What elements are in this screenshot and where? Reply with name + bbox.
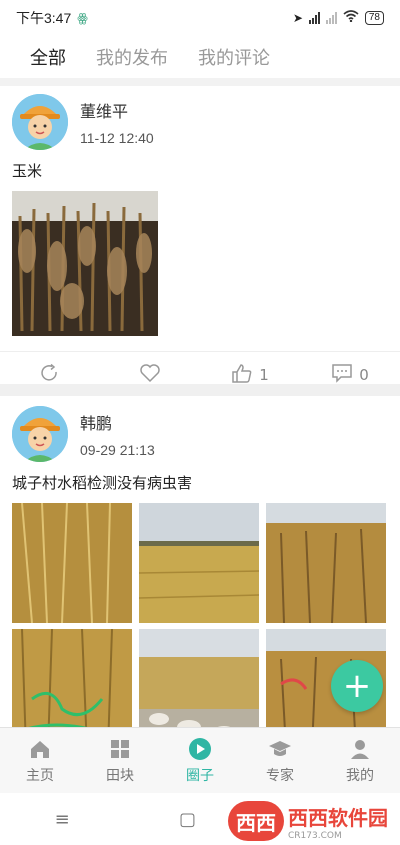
graduation-cap-icon [268, 737, 292, 761]
post-text: 城子村水稻检测没有病虫害 [12, 474, 193, 492]
like-count: 1 [259, 365, 269, 384]
tab-all[interactable]: 全部 [30, 44, 66, 70]
nav-experts[interactable]: 专家 [240, 728, 320, 793]
avatar[interactable] [12, 94, 68, 150]
post-text: 玉米 [12, 162, 43, 180]
nav-label: 专家 [266, 767, 294, 784]
post-photo[interactable] [139, 503, 259, 623]
home-square-icon[interactable]: ▢ [179, 809, 196, 830]
post-author[interactable]: 韩鹏 [80, 410, 155, 434]
post-card[interactable]: 董维平 11-12 12:40 玉米 1 0 [0, 86, 400, 384]
nav-label: 圈子 [186, 767, 214, 784]
circle-play-icon [188, 737, 212, 761]
app-notification-icon: ꙮ [77, 11, 88, 25]
post-author[interactable]: 董维平 [80, 98, 154, 122]
battery-icon: 78 [364, 11, 384, 25]
comment-button[interactable]: 0 [300, 363, 400, 387]
nav-profile[interactable]: 我的 [320, 728, 400, 793]
heart-icon [139, 363, 161, 387]
location-icon: ➤ [292, 11, 303, 25]
user-icon [348, 737, 372, 761]
signal-icon [308, 12, 320, 24]
nav-home[interactable]: 主页 [0, 728, 80, 793]
share-button[interactable] [0, 363, 100, 387]
avatar[interactable] [12, 406, 68, 462]
plus-icon: + [342, 666, 372, 706]
watermark-brand: 西西软件园 [288, 805, 388, 830]
signal-2-icon [325, 12, 337, 24]
tab-my-posts[interactable]: 我的发布 [96, 44, 168, 70]
post-time: 11-12 12:40 [80, 130, 154, 146]
post-feed: 董维平 11-12 12:40 玉米 1 0 韩鹏 09-29 21:13 城子… [0, 86, 400, 749]
tab-my-comments[interactable]: 我的评论 [198, 44, 270, 70]
bottom-nav: 主页 田块 圈子 专家 我的 [0, 727, 400, 793]
post-photo[interactable] [12, 191, 158, 336]
filter-tabs: 全部 我的发布 我的评论 [0, 36, 400, 78]
post-photo[interactable] [12, 503, 132, 623]
favorite-button[interactable] [100, 363, 200, 387]
field-icon [108, 737, 132, 761]
photo-grid [12, 503, 388, 749]
watermark-url: CR173.COM [288, 830, 342, 841]
status-bar: 下午3:47 ꙮ ➤ 78 [0, 0, 400, 36]
system-nav-bar: ≡ ▢ 西西 西西软件园 CR173.COM [0, 793, 400, 845]
like-button[interactable]: 1 [200, 363, 300, 387]
comment-count: 0 [359, 365, 369, 384]
thumbs-up-icon [231, 363, 253, 387]
nav-label: 主页 [26, 767, 54, 784]
nav-label: 田块 [106, 767, 134, 784]
watermark: 西西 西西软件园 CR173.COM [228, 801, 388, 841]
nav-fields[interactable]: 田块 [80, 728, 160, 793]
status-time: 下午3:47 [16, 10, 72, 26]
watermark-logo: 西西 [228, 801, 284, 841]
share-icon [40, 363, 60, 387]
post-time: 09-29 21:13 [80, 442, 155, 458]
add-post-button[interactable]: + [331, 660, 383, 712]
comment-icon [331, 363, 353, 387]
wifi-icon [343, 10, 359, 26]
nav-circle[interactable]: 圈子 [160, 728, 240, 793]
post-photo[interactable] [266, 503, 386, 623]
menu-icon[interactable]: ≡ [55, 809, 70, 830]
home-icon [28, 737, 52, 761]
nav-label: 我的 [346, 767, 374, 784]
